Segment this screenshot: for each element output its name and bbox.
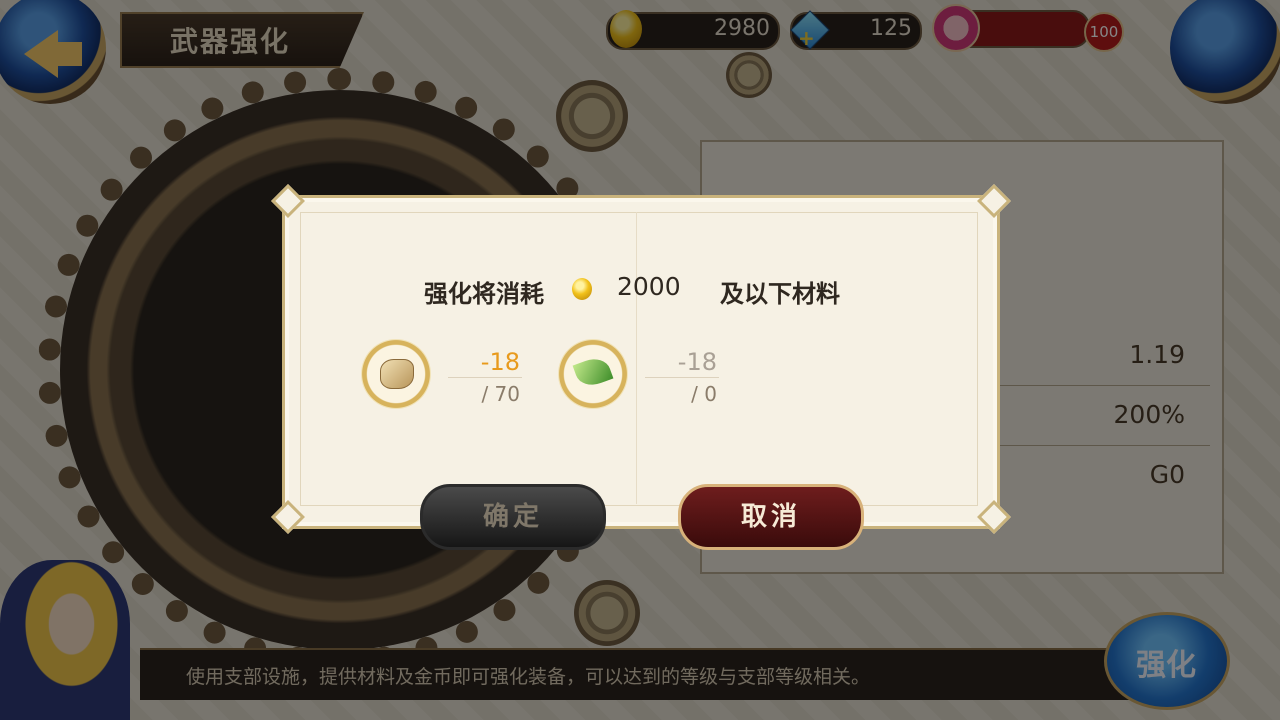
material-need: -18	[677, 348, 717, 376]
material-have: / 0	[691, 382, 717, 406]
gold-coin-icon	[572, 278, 592, 300]
material-need: -18	[480, 348, 520, 376]
cost-amount: 2000	[617, 272, 681, 301]
material-divider	[448, 377, 522, 378]
cost-suffix: 及以下材料	[720, 280, 840, 308]
cost-label: 强化将消耗	[424, 280, 544, 308]
cancel-button[interactable]: 取消	[678, 484, 864, 550]
material-divider	[645, 377, 719, 378]
material-have: / 70	[481, 382, 520, 406]
dialog-fold-line	[636, 212, 637, 504]
confirm-button[interactable]: 确定	[420, 484, 606, 550]
cost-row: 强化将消耗 2000 及以下材料	[282, 270, 994, 310]
material-slot[interactable]	[558, 339, 628, 409]
material-slot[interactable]	[361, 339, 431, 409]
leaf-material-icon	[572, 353, 614, 391]
stone-material-icon	[380, 359, 414, 389]
